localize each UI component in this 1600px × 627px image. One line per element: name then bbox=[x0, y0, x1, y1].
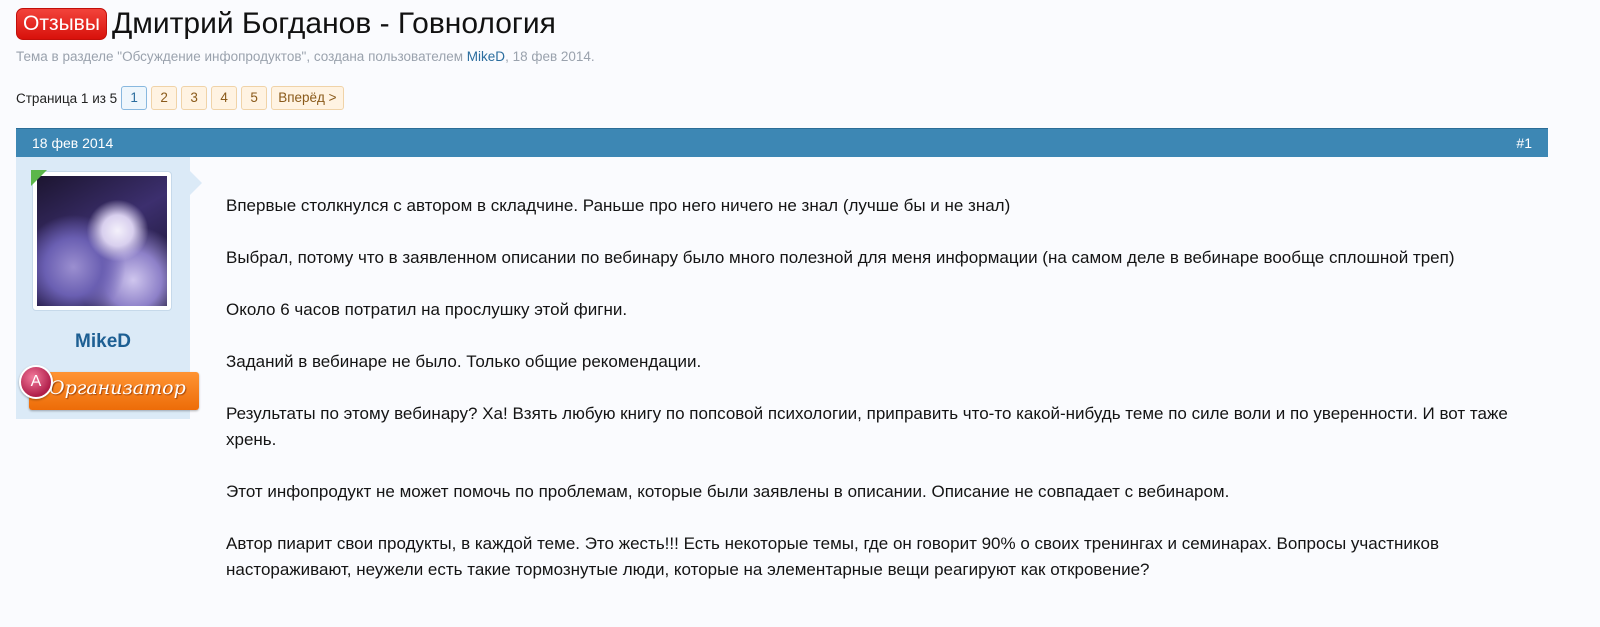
user-title-banner: Организатор A bbox=[19, 365, 199, 410]
next-page-button[interactable]: Вперёд > bbox=[271, 86, 344, 110]
user-title-text: Организатор bbox=[49, 377, 186, 399]
speech-bubble-arrow bbox=[190, 171, 202, 195]
page-nav-label: Страница 1 из 5 bbox=[16, 90, 118, 106]
thread-title-row: Отзывы Дмитрий Богданов - Говнология bbox=[16, 6, 556, 42]
page-link-1[interactable]: 1 bbox=[121, 86, 148, 110]
thread-meta-prefix: Тема в разделе "Обсуждение инфопродуктов… bbox=[16, 49, 467, 64]
message-paragraph: Заданий в вебинаре не было. Только общие… bbox=[226, 352, 702, 371]
message-paragraph: Автор пиарит свои продукты, в каждой тем… bbox=[226, 534, 1439, 579]
online-indicator-icon bbox=[31, 170, 47, 186]
post-date[interactable]: 18 фев 2014 bbox=[32, 135, 113, 151]
post-permalink[interactable]: #1 bbox=[1516, 135, 1532, 151]
message-paragraph: Около 6 часов потратил на прослушку этой… bbox=[226, 300, 628, 319]
thread-meta-date: , 18 фев 2014. bbox=[505, 49, 595, 64]
message-paragraph: Результаты по этому вебинару? Ха! Взять … bbox=[226, 404, 1508, 449]
thread-page: Отзывы Дмитрий Богданов - Говнология Тем… bbox=[0, 0, 1600, 627]
thread-meta: Тема в разделе "Обсуждение инфопродуктов… bbox=[16, 49, 595, 64]
page-link-4[interactable]: 4 bbox=[211, 86, 238, 110]
message-paragraph: Впервые столкнулся с автором в складчине… bbox=[226, 196, 1011, 215]
avatar-frame[interactable] bbox=[31, 170, 172, 311]
post-header-bar: 18 фев 2014 #1 bbox=[16, 128, 1548, 157]
post-author-name[interactable]: MikeD bbox=[16, 331, 190, 353]
page-link-5[interactable]: 5 bbox=[241, 86, 268, 110]
thread-prefix-badge[interactable]: Отзывы bbox=[16, 8, 107, 40]
post-author-panel: MikeD Организатор A bbox=[16, 157, 199, 419]
message-paragraph: Выбрал, потому что в заявленном описании… bbox=[226, 248, 1455, 267]
page-link-2[interactable]: 2 bbox=[151, 86, 178, 110]
thread-author-link[interactable]: MikeD bbox=[467, 49, 505, 64]
message-paragraph: Этот инфопродукт не может помочь по проб… bbox=[226, 482, 1230, 501]
page-link-3[interactable]: 3 bbox=[181, 86, 208, 110]
post-body: MikeD Организатор A Впервые столкнулся с… bbox=[16, 157, 1548, 627]
page-navigation: Страница 1 из 5 1 2 3 4 5 Вперёд > bbox=[16, 86, 348, 110]
thread-title: Дмитрий Богданов - Говнология bbox=[111, 7, 556, 40]
avatar[interactable] bbox=[37, 176, 167, 306]
post-message: Впервые столкнулся с автором в складчине… bbox=[226, 193, 1516, 609]
organizer-badge-icon: A bbox=[19, 365, 53, 399]
user-title-ribbon: Организатор bbox=[29, 372, 199, 410]
